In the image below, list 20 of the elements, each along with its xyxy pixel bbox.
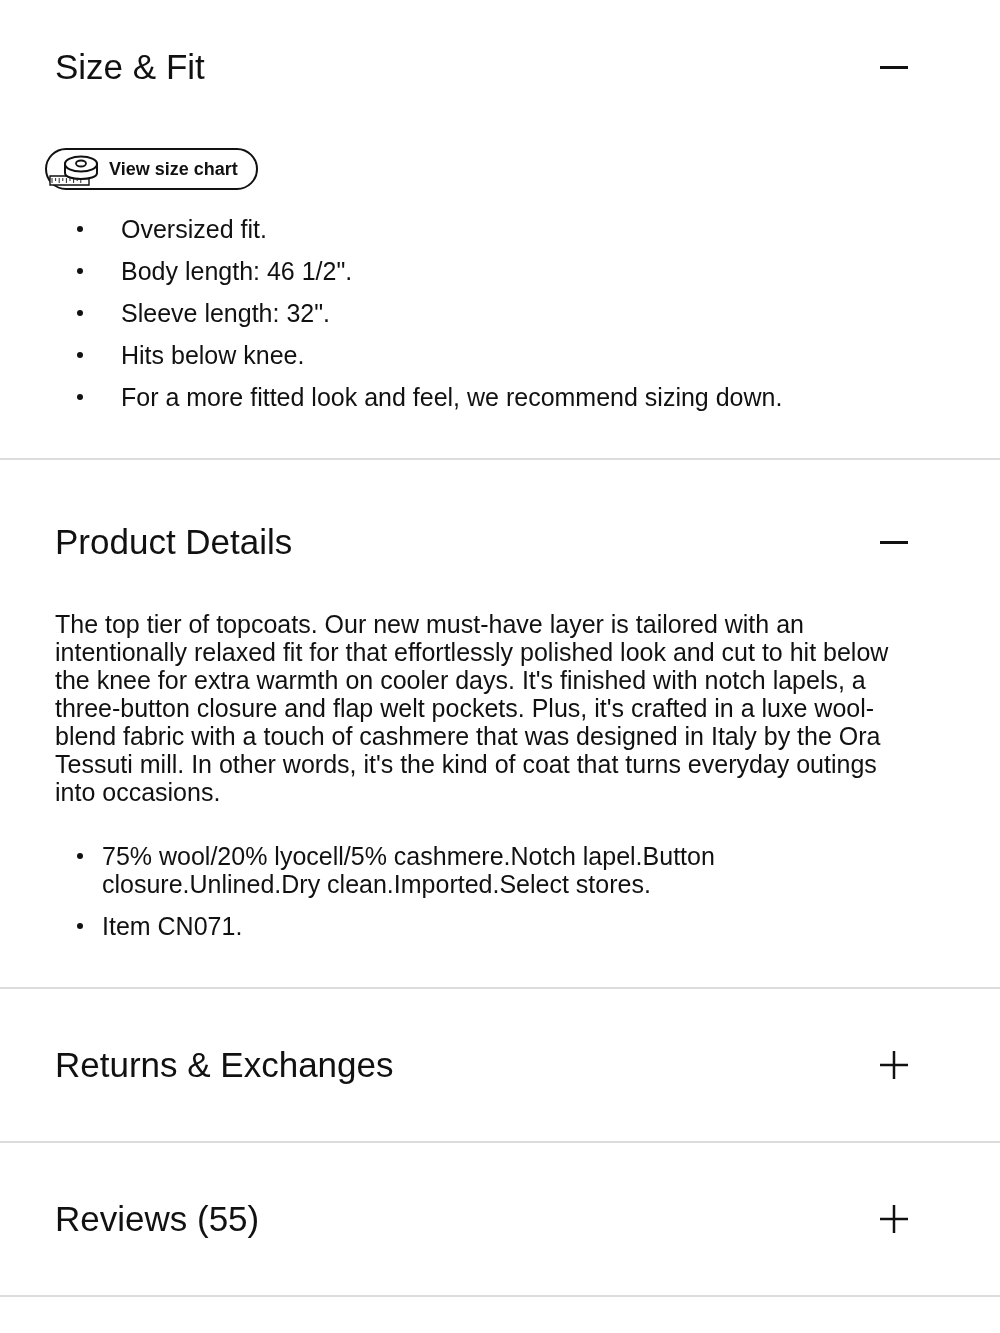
fit-note: Sleeve length: 32". — [121, 298, 331, 329]
product-description: The top tier of topcoats. Our new must-have layer is tailored with an intentionally relaxed fit for that effortlessly polished look and cut to hit below the knee for extra warmth on cooler days. It's finished with notch lapels, a three-button closure and flap welt pockets. Plus, it's crafted in a luxe wool-blend fabric with a touch of cashmere that was designed in Italy by the Ora Tessuti mill. In other words, it's the kind of coat that turns everyday outings into occasions. — [54, 610, 890, 806]
bullet-icon — [77, 352, 83, 358]
fit-note: Body length: 46 1/2". — [121, 256, 353, 287]
fit-note: For a more fitted look and feel, we recommend sizing down. — [121, 382, 783, 413]
section-title: Size & Fit — [55, 47, 205, 87]
bullet-icon — [77, 268, 83, 274]
section-title: Reviews (55) — [55, 1199, 260, 1239]
fit-note: Oversized fit. — [121, 214, 267, 245]
bullet-icon — [77, 394, 83, 400]
bullet-icon — [77, 923, 83, 929]
size-chart-button[interactable]: View size chart — [45, 148, 258, 190]
fit-note: Hits below knee. — [121, 340, 305, 371]
bullet-icon — [77, 853, 83, 859]
bullet-icon — [77, 310, 83, 316]
detail-note: Item CN071. — [102, 912, 243, 940]
bullet-icon — [77, 226, 83, 232]
detail-note: 75% wool/20% lyocell/5% cashmere.Notch lapel.Button closure.Unlined.Dry clean.Imported.Select stores. — [102, 842, 716, 898]
section-title: Returns & Exchanges — [55, 1045, 394, 1085]
section-title: Product Details — [55, 522, 293, 562]
